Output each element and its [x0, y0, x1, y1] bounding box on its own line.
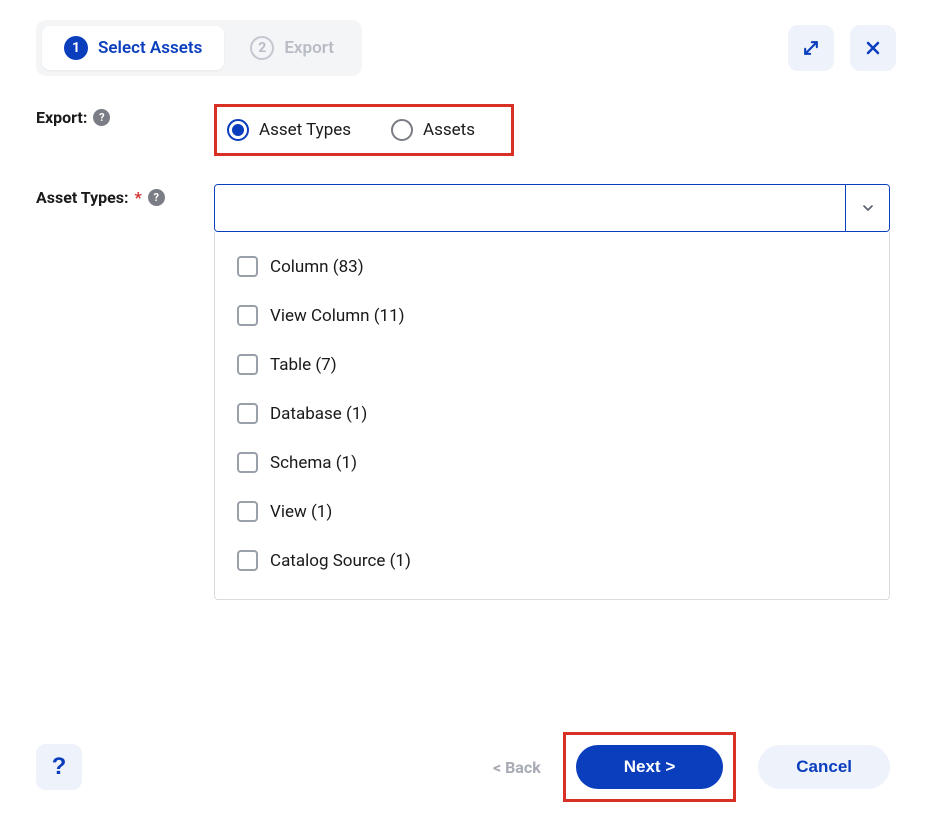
option-label: Catalog Source (1) [270, 551, 411, 571]
chevron-down-icon [860, 200, 876, 216]
checkbox-icon [237, 403, 258, 424]
asset-types-dropdown-panel: Column (83) View Column (11) Table (7) D… [214, 232, 890, 600]
help-icon[interactable]: ? [148, 189, 165, 206]
radio-assets-label: Assets [423, 120, 475, 140]
radio-asset-types-label: Asset Types [259, 120, 351, 140]
footer: ? < Back Next > Cancel [0, 732, 926, 802]
option-label: Schema (1) [270, 453, 357, 473]
option-view-column[interactable]: View Column (11) [215, 291, 889, 340]
option-catalog-source[interactable]: Catalog Source (1) [215, 536, 889, 585]
wizard-header: 1 Select Assets 2 Export [0, 0, 926, 86]
option-label: View Column (11) [270, 306, 405, 326]
radio-checked-icon [227, 119, 249, 141]
help-icon[interactable]: ? [93, 109, 110, 126]
option-table[interactable]: Table (7) [215, 340, 889, 389]
back-button: < Back [493, 758, 541, 777]
option-label: View (1) [270, 502, 332, 522]
step-1-label: Select Assets [98, 38, 202, 58]
step-2-label: Export [284, 38, 334, 58]
radio-assets[interactable]: Assets [391, 119, 475, 141]
step-export[interactable]: 2 Export [228, 26, 356, 70]
asset-types-field: Column (83) View Column (11) Table (7) D… [214, 184, 890, 600]
next-button[interactable]: Next > [576, 745, 724, 789]
expand-icon [801, 38, 821, 58]
checkbox-icon [237, 501, 258, 522]
step-select-assets[interactable]: 1 Select Assets [42, 26, 224, 70]
asset-types-label-text: Asset Types: [36, 188, 129, 207]
option-schema[interactable]: Schema (1) [215, 438, 889, 487]
step-2-badge: 2 [250, 36, 274, 60]
header-actions [788, 25, 896, 71]
option-label: Database (1) [270, 404, 367, 424]
export-label: Export: ? [36, 104, 214, 127]
checkbox-icon [237, 550, 258, 571]
close-icon [863, 38, 883, 58]
checkbox-icon [237, 354, 258, 375]
step-1-badge: 1 [64, 36, 88, 60]
radio-unchecked-icon [391, 119, 413, 141]
radio-asset-types[interactable]: Asset Types [227, 119, 351, 141]
export-radio-group: Asset Types Assets [214, 104, 514, 156]
option-label: Column (83) [270, 257, 364, 277]
export-row: Export: ? Asset Types Assets [36, 104, 890, 156]
option-column[interactable]: Column (83) [215, 242, 889, 291]
option-view[interactable]: View (1) [215, 487, 889, 536]
next-highlight: Next > [563, 732, 737, 802]
close-button[interactable] [850, 25, 896, 71]
checkbox-icon [237, 452, 258, 473]
required-mark: * [135, 188, 142, 207]
option-label: Table (7) [270, 355, 337, 375]
checkbox-icon [237, 305, 258, 326]
asset-types-label: Asset Types: * ? [36, 184, 214, 207]
steps-container: 1 Select Assets 2 Export [36, 20, 362, 76]
option-database[interactable]: Database (1) [215, 389, 889, 438]
checkbox-icon [237, 256, 258, 277]
dropdown-toggle[interactable] [845, 185, 889, 231]
asset-types-row: Asset Types: * ? Column (83) View Column… [36, 184, 890, 600]
export-label-text: Export: [36, 108, 87, 127]
expand-button[interactable] [788, 25, 834, 71]
asset-types-dropdown[interactable] [214, 184, 890, 232]
cancel-button[interactable]: Cancel [758, 745, 890, 789]
asset-types-input[interactable] [215, 185, 845, 231]
form-area: Export: ? Asset Types Assets Asset Types… [0, 86, 926, 600]
help-button[interactable]: ? [36, 744, 82, 790]
footer-actions: < Back Next > Cancel [493, 732, 890, 802]
